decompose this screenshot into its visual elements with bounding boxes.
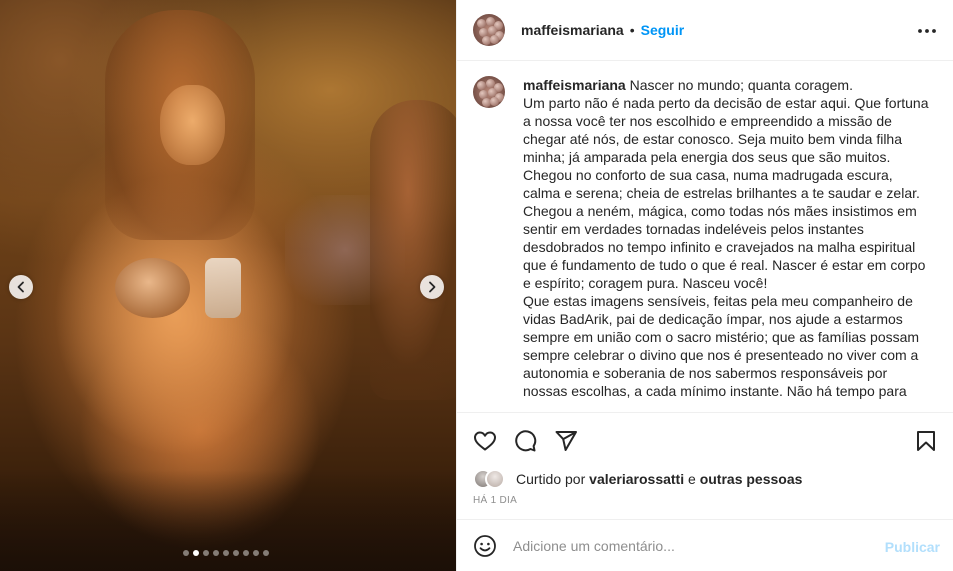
- liked-by-avatars[interactable]: [473, 468, 509, 490]
- chevron-left-icon: [17, 281, 24, 293]
- author-username[interactable]: maffeismariana: [521, 22, 624, 38]
- carousel-dot: [233, 550, 239, 556]
- caption-author-avatar[interactable]: [473, 76, 505, 108]
- post-photo[interactable]: [0, 0, 456, 571]
- carousel-next-button[interactable]: [420, 275, 444, 299]
- publish-button[interactable]: Publicar: [885, 539, 940, 555]
- comment-bar: Publicar: [457, 519, 953, 571]
- caption-text: maffeismariana Nascer no mundo; quanta c…: [523, 76, 933, 412]
- header-separator: •: [629, 22, 635, 38]
- liker-avatar: [485, 469, 505, 489]
- post-actions: Curtido por valeriarossatti e outras pes…: [457, 412, 953, 518]
- bookmark-icon: [917, 431, 935, 451]
- like-button[interactable]: [473, 429, 497, 458]
- carousel-dot: [213, 550, 219, 556]
- caption-body: Nascer no mundo; quanta coragem. Um part…: [523, 77, 929, 399]
- carousel-dot: [263, 550, 269, 556]
- paper-plane-icon: [555, 431, 577, 451]
- comment-input[interactable]: [513, 537, 873, 554]
- post-timestamp[interactable]: HÁ 1 DIA: [473, 495, 517, 506]
- emoji-button[interactable]: [473, 534, 497, 558]
- photo-subject-face: [160, 85, 225, 165]
- carousel-dot: [253, 550, 259, 556]
- comment-icon: [515, 430, 537, 452]
- liked-by-user[interactable]: valeriarossatti: [589, 471, 684, 487]
- liked-by-others[interactable]: outras pessoas: [700, 471, 803, 487]
- carousel-indicator: [183, 550, 269, 556]
- carousel-dot: [193, 550, 199, 556]
- liked-by-prefix: Curtido por: [516, 471, 586, 487]
- photo-child: [370, 100, 456, 400]
- liked-by-text: Curtido por valeriarossatti e outras pes…: [516, 471, 802, 487]
- chevron-right-icon: [429, 281, 436, 293]
- carousel-dot: [203, 550, 209, 556]
- more-options-button[interactable]: [916, 20, 938, 47]
- caption-username[interactable]: maffeismariana: [523, 77, 626, 93]
- caption-section: maffeismariana Nascer no mundo; quanta c…: [457, 62, 953, 412]
- heart-icon: [474, 431, 496, 451]
- carousel-dot: [183, 550, 189, 556]
- comment-button[interactable]: [513, 429, 537, 458]
- post-header: maffeismariana • Seguir: [457, 0, 953, 61]
- carousel-prev-button[interactable]: [9, 275, 33, 299]
- follow-button[interactable]: Seguir: [641, 22, 685, 38]
- more-horizontal-icon: [918, 29, 936, 33]
- carousel-dot: [243, 550, 249, 556]
- author-avatar[interactable]: [473, 14, 505, 46]
- save-button[interactable]: [914, 429, 938, 458]
- liked-by-row: Curtido por valeriarossatti e outras pes…: [473, 468, 802, 490]
- post-side-panel: maffeismariana • Seguir maffeismariana N…: [456, 0, 953, 571]
- smiley-icon: [474, 534, 496, 557]
- share-button[interactable]: [554, 429, 578, 458]
- liked-by-connector: e: [688, 471, 696, 487]
- photo-newborn: [115, 258, 190, 318]
- photo-cloth: [205, 258, 241, 318]
- carousel-dot: [223, 550, 229, 556]
